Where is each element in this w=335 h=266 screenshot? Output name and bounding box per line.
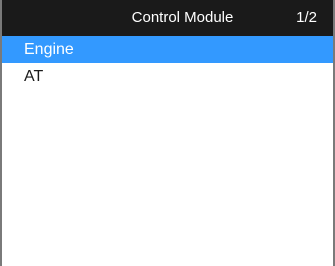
control-module-list: Engine AT [2, 36, 333, 90]
scan-tool-screen: Control Module 1/2 Engine AT [0, 0, 335, 266]
page-indicator: 1/2 [296, 9, 317, 26]
list-item-at[interactable]: AT [2, 63, 333, 90]
page-title: Control Module [131, 9, 234, 26]
list-item-engine[interactable]: Engine [2, 36, 333, 63]
title-bar: Control Module 1/2 [2, 0, 333, 36]
